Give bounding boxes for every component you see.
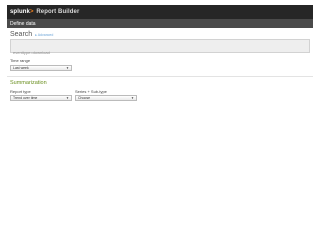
- report-type-select[interactable]: Trend over time ▼: [10, 95, 72, 101]
- chevron-down-icon: ▼: [131, 96, 134, 100]
- time-range-value: Last week: [13, 66, 29, 70]
- section-divider: [7, 76, 313, 77]
- page-subheader: Define data: [7, 19, 313, 28]
- series-value: Choose: [78, 96, 91, 100]
- report-type-value: Trend over time: [13, 96, 38, 100]
- time-range-select[interactable]: Last week ▼: [10, 65, 72, 71]
- splunk-logo[interactable]: splunk> Report Builder: [10, 9, 79, 15]
- summarization-title: Summarization: [10, 80, 47, 86]
- page-title: Define data: [10, 20, 36, 27]
- search-input[interactable]: [13, 50, 307, 55]
- series-select[interactable]: Choose ▼: [75, 95, 137, 101]
- report-type-label: Report type: [10, 89, 31, 94]
- time-range-label: Time range: [10, 58, 31, 63]
- series-label: Series + Sub-type: [75, 89, 107, 94]
- app-header: splunk> Report Builder: [7, 5, 313, 19]
- brand-arrow: >: [29, 9, 34, 15]
- brand-name: splunk: [10, 9, 30, 15]
- chevron-down-icon: ▼: [66, 96, 69, 100]
- search-title: Search: [10, 31, 33, 38]
- chevron-down-icon: ▼: [66, 66, 69, 70]
- app-name: Report Builder: [36, 9, 80, 15]
- search-section-header: Search ▸ Advanced: [10, 31, 53, 38]
- search-box[interactable]: [10, 39, 310, 55]
- advanced-link[interactable]: ▸ Advanced: [35, 33, 53, 37]
